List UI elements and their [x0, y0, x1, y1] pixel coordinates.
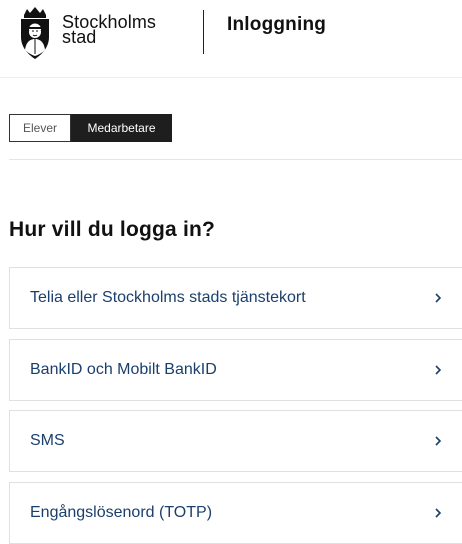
- login-option-label: SMS: [30, 432, 65, 449]
- login-option-sms[interactable]: SMS: [9, 410, 462, 472]
- brand-logo[interactable]: Stockholms stad: [19, 6, 156, 60]
- login-option-label: Engångslösenord (TOTP): [30, 504, 213, 521]
- login-option-label: Telia eller Stockholms stads tjänstekort: [30, 289, 306, 306]
- brand-name: Stockholms stad: [62, 13, 156, 47]
- page-header: Stockholms stad Inloggning: [0, 0, 462, 78]
- login-option-tjanstekort[interactable]: Telia eller Stockholms stads tjänstekort: [9, 267, 462, 329]
- login-option-totp[interactable]: Engångslösenord (TOTP): [9, 482, 462, 544]
- tabs-divider: [9, 159, 462, 160]
- page-title: Inloggning: [227, 14, 327, 35]
- login-option-bankid[interactable]: BankID och Mobilt BankID: [9, 339, 462, 401]
- chevron-right-icon: [435, 365, 442, 375]
- tab-elever[interactable]: Elever: [9, 114, 71, 142]
- chevron-right-icon: [435, 436, 442, 446]
- chevron-right-icon: [435, 508, 442, 518]
- header-divider: [203, 10, 204, 54]
- stockholm-crest-icon: [21, 7, 49, 59]
- login-heading: Hur vill du logga in?: [9, 218, 216, 241]
- chevron-right-icon: [435, 293, 442, 303]
- login-option-label: BankID och Mobilt BankID: [30, 361, 217, 378]
- user-type-tabs: Elever Medarbetare: [9, 114, 172, 142]
- brand-line2: stad: [62, 27, 97, 47]
- tab-medarbetare[interactable]: Medarbetare: [71, 114, 172, 142]
